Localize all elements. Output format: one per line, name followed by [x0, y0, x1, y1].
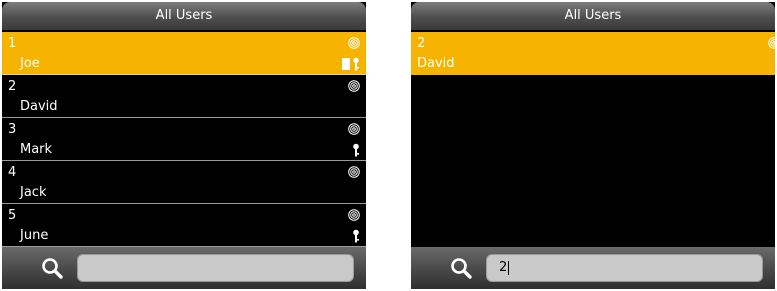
search-input[interactable] [77, 254, 354, 282]
search-bar: 2 [411, 247, 775, 289]
user-row[interactable]: 3 Mark [2, 118, 366, 161]
user-number: 5 [8, 208, 17, 223]
title-bar: All Users [411, 2, 775, 30]
user-number: 4 [8, 165, 17, 180]
fingerprint-icon [348, 37, 360, 49]
key-icon [353, 143, 359, 157]
user-list: 2 David [411, 32, 775, 75]
key-icon [353, 229, 359, 243]
user-number: 1 [8, 36, 17, 51]
user-name: Jack [20, 185, 47, 200]
user-name: June [20, 228, 49, 243]
text-caret [508, 260, 510, 275]
search-icon[interactable] [40, 256, 64, 280]
search-value: 2 [499, 260, 508, 275]
fingerprint-icon [348, 80, 360, 92]
user-name: David [417, 56, 455, 71]
screen-title: All Users [155, 8, 213, 23]
search-icon[interactable] [449, 256, 473, 280]
key-icon [353, 57, 359, 71]
search-input[interactable]: 2 [486, 254, 763, 282]
user-number: 2 [8, 79, 17, 94]
user-number: 2 [417, 36, 426, 51]
fingerprint-icon [348, 209, 360, 221]
fingerprint-icon [768, 37, 775, 49]
user-row[interactable]: 2 David [2, 75, 366, 118]
user-row[interactable]: 2 David [411, 32, 775, 75]
user-number: 3 [8, 122, 17, 137]
user-row[interactable]: 1 Joe [2, 32, 366, 75]
user-name: David [20, 99, 58, 114]
fingerprint-icon [348, 166, 360, 178]
all-users-screen-left: All Users 1 Joe 2 David 3 Mark 4 Jack 5 … [2, 2, 366, 289]
user-row[interactable]: 5 June [2, 204, 366, 247]
screen-title: All Users [564, 8, 622, 23]
user-row[interactable]: 4 Jack [2, 161, 366, 204]
user-list: 1 Joe 2 David 3 Mark 4 Jack 5 June [2, 32, 366, 247]
fingerprint-icon [348, 123, 360, 135]
all-users-screen-right: All Users 2 David 2 [411, 2, 775, 289]
title-bar: All Users [2, 2, 366, 30]
user-name: Mark [20, 142, 53, 157]
search-bar [2, 247, 366, 289]
user-name: Joe [20, 56, 40, 71]
card-icon [342, 58, 350, 70]
